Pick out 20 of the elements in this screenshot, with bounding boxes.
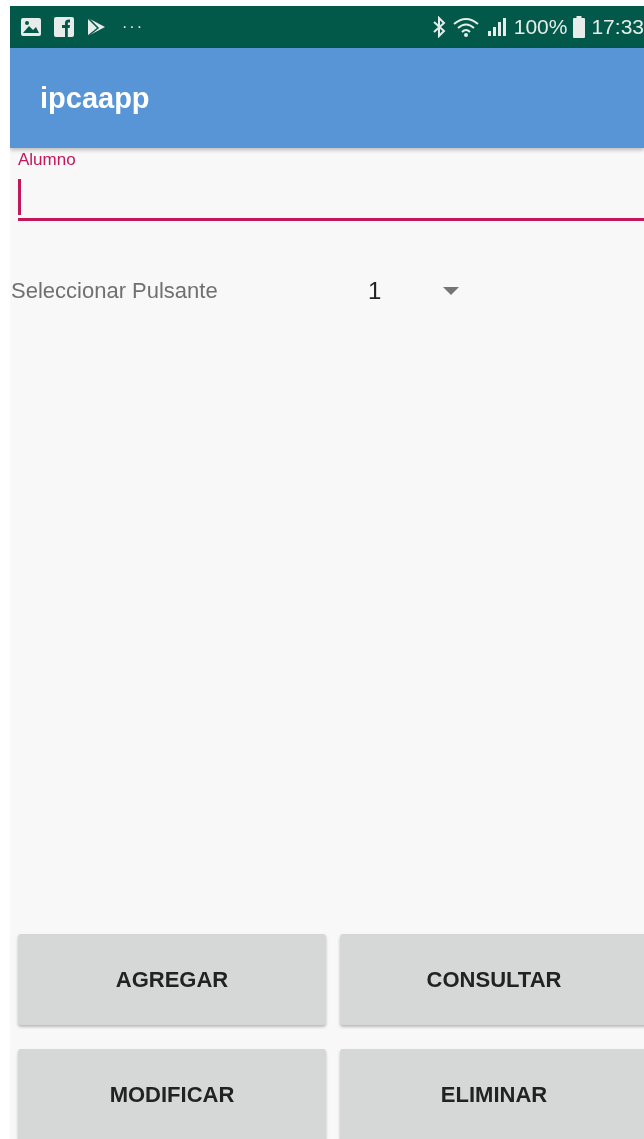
play-store-icon bbox=[86, 17, 106, 37]
app-title: ipcaapp bbox=[40, 81, 150, 115]
spinner-value[interactable]: 1 bbox=[368, 277, 443, 305]
wifi-icon bbox=[451, 16, 480, 38]
battery-percentage: 100% bbox=[513, 15, 568, 39]
field-label: Alumno bbox=[18, 150, 76, 170]
action-button[interactable]: AGREGAR bbox=[18, 934, 326, 1025]
more-notifications: ··· bbox=[122, 18, 144, 36]
action-button[interactable]: CONSULTAR bbox=[340, 934, 644, 1025]
action-button[interactable]: ELIMINAR bbox=[340, 1049, 644, 1139]
input-field[interactable] bbox=[18, 176, 644, 221]
image-icon bbox=[20, 17, 42, 37]
spinner-label: Seleccionar Pulsante bbox=[11, 278, 219, 304]
signal-icon bbox=[485, 16, 508, 38]
bluetooth-icon bbox=[431, 16, 446, 38]
clock-time: 17:33 bbox=[591, 15, 644, 39]
action-button[interactable]: MODIFICAR bbox=[18, 1049, 326, 1139]
dropdown-arrow-icon[interactable] bbox=[443, 287, 459, 295]
facebook-icon bbox=[54, 17, 74, 37]
battery-icon bbox=[573, 16, 586, 38]
